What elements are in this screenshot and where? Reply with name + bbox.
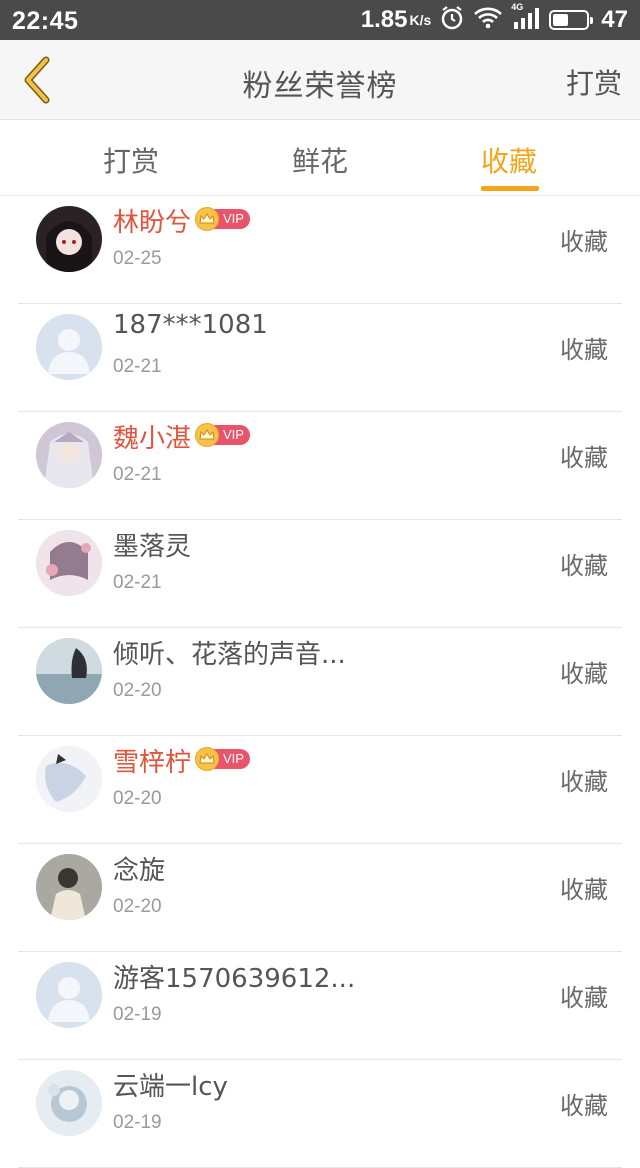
vip-badge: VIP <box>195 423 250 447</box>
network-speed-value: 1.85 <box>360 6 408 33</box>
vip-badge: VIP <box>195 207 250 231</box>
user-name: 魏小湛 <box>113 424 192 454</box>
favorite-date: 02-21 <box>113 572 162 593</box>
avatar[interactable] <box>36 530 102 596</box>
avatar[interactable] <box>36 314 102 380</box>
user-name: 林盼兮 <box>113 208 192 238</box>
battery-percent: 47 <box>601 6 628 33</box>
tab-favorites[interactable]: 收藏 <box>481 140 537 180</box>
favorite-label: 收藏 <box>560 660 608 688</box>
list-item[interactable]: 念旋 02-20 收藏 <box>18 844 622 952</box>
list-item[interactable]: 墨落灵 02-21 收藏 <box>18 520 622 628</box>
user-name: 187***1081 <box>113 310 268 340</box>
battery-icon <box>549 10 594 30</box>
favorite-label: 收藏 <box>560 228 608 256</box>
list-item[interactable]: 云端一lcy 02-19 收藏 <box>18 1060 622 1168</box>
list-item[interactable]: 倾听、花落的声音... 02-20 收藏 <box>18 628 622 736</box>
favorite-label: 收藏 <box>560 1092 608 1120</box>
page-title: 粉丝荣誉榜 <box>242 69 398 104</box>
network-speed: 1.85 K/s <box>361 6 432 34</box>
active-tab-indicator <box>481 186 539 191</box>
tip-button[interactable]: 打赏 <box>566 62 622 102</box>
user-name: 倾听、花落的声音... <box>113 640 346 670</box>
favorite-label: 收藏 <box>560 336 608 364</box>
tab-flowers[interactable]: 鲜花 <box>292 140 348 180</box>
favorite-label: 收藏 <box>560 984 608 1012</box>
favorite-date: 02-21 <box>113 356 162 377</box>
list-item[interactable]: 魏小湛 VIP 02-21 收藏 <box>18 412 622 520</box>
avatar[interactable] <box>36 854 102 920</box>
signal-icon: 4G <box>511 2 541 35</box>
list-item[interactable]: 林盼兮 VIP 02-25 收藏 <box>18 196 622 304</box>
alarm-icon <box>439 5 465 36</box>
avatar[interactable] <box>36 422 102 488</box>
favorite-date: 02-19 <box>113 1112 162 1133</box>
wifi-icon <box>473 6 503 35</box>
status-bar: 22:45 1.85 K/s 4G 47 <box>0 0 640 40</box>
crown-icon <box>195 747 219 771</box>
favorite-label: 收藏 <box>560 876 608 904</box>
list-item[interactable]: 187***1081 02-21 收藏 <box>18 304 622 412</box>
list-item[interactable]: 雪梓柠 VIP 02-20 收藏 <box>18 736 622 844</box>
favorite-label: 收藏 <box>560 552 608 580</box>
status-time: 22:45 <box>12 7 79 35</box>
tab-bar: 打赏 鲜花 收藏 <box>0 120 640 196</box>
user-name: 雪梓柠 <box>113 748 192 778</box>
battery-level <box>553 14 569 26</box>
favorite-label: 收藏 <box>560 444 608 472</box>
nav-bar: 粉丝荣誉榜 打赏 <box>0 40 640 120</box>
favorite-date: 02-20 <box>113 680 162 701</box>
crown-icon <box>195 207 219 231</box>
vip-badge: VIP <box>195 747 250 771</box>
favorite-date: 02-20 <box>113 896 162 917</box>
favorite-date: 02-21 <box>113 464 162 485</box>
avatar[interactable] <box>36 638 102 704</box>
favorite-label: 收藏 <box>560 768 608 796</box>
user-name: 墨落灵 <box>113 532 192 562</box>
user-name: 念旋 <box>113 856 166 886</box>
avatar[interactable] <box>36 962 102 1028</box>
favorite-date: 02-20 <box>113 788 162 809</box>
avatar[interactable] <box>36 206 102 272</box>
network-type: 4G <box>511 1 524 12</box>
tab-tip[interactable]: 打赏 <box>103 140 159 180</box>
list-item[interactable]: 游客1570639612... 02-19 收藏 <box>18 952 622 1060</box>
user-name: 游客1570639612... <box>113 964 356 994</box>
crown-icon <box>195 423 219 447</box>
network-speed-unit: K/s <box>409 12 432 28</box>
avatar[interactable] <box>36 1070 102 1136</box>
fan-list: 林盼兮 VIP 02-25 收藏 187***1081 02-21 收藏 魏小湛 VIP 02-2… <box>0 196 640 1168</box>
favorite-date: 02-19 <box>113 1004 162 1025</box>
user-name: 云端一lcy <box>113 1072 228 1102</box>
avatar[interactable] <box>36 746 102 812</box>
status-icons: 1.85 K/s 4G 47 <box>361 2 628 36</box>
favorite-date: 02-25 <box>113 248 162 269</box>
